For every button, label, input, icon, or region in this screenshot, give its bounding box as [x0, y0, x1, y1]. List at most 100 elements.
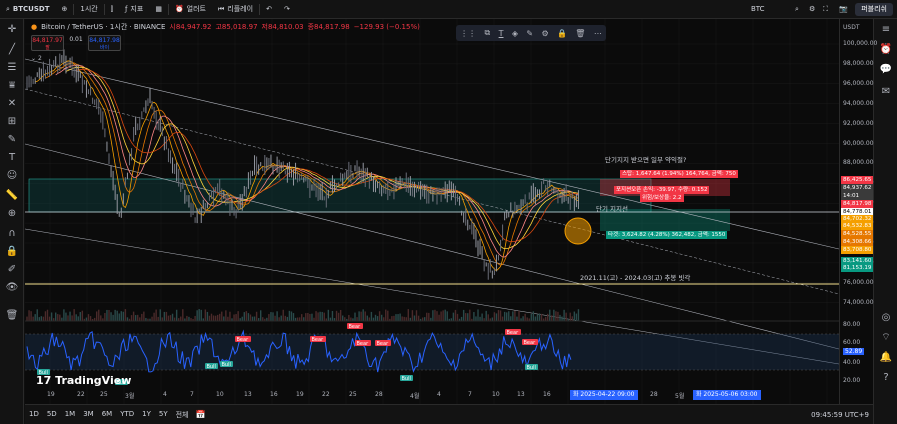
- watchlist-icon[interactable]: ≡: [879, 23, 893, 37]
- range-button-5d[interactable]: 5D: [43, 410, 61, 420]
- compare-button[interactable]: ⊕: [55, 0, 73, 19]
- eye-icon[interactable]: 👁: [5, 281, 19, 295]
- right-symbol[interactable]: BTC: [745, 0, 771, 19]
- fib-icon[interactable]: ⩸: [5, 79, 19, 93]
- text-icon[interactable]: T: [5, 151, 19, 165]
- price-scale[interactable]: USDT 100,000.00 98,000.00 96,000.00 94,000.…: [839, 19, 877, 404]
- settings-icon[interactable]: ⚙: [541, 29, 548, 38]
- volume-bar: [110, 312, 112, 321]
- volume-bar: [225, 310, 227, 321]
- volume-bar: [364, 311, 366, 321]
- emoji-icon[interactable]: ☺: [5, 169, 19, 183]
- zoom-in-icon[interactable]: ⊕: [5, 207, 19, 221]
- horizontal-lines-icon[interactable]: ☰: [5, 61, 19, 75]
- publish-button[interactable]: 퍼블리쉬: [855, 3, 893, 16]
- volume-bar: [55, 312, 57, 321]
- notifications-icon[interactable]: ✉: [879, 85, 893, 99]
- position-open-label[interactable]: 포지션오픈 손익: -39.97, 수량: 0.152: [614, 186, 710, 194]
- trendline-icon[interactable]: ╱: [5, 43, 19, 57]
- volume-bar: [356, 317, 358, 321]
- alarm-icon[interactable]: ⏰: [879, 43, 893, 57]
- range-buttons: 1D 5D 1M 3M 6M YTD 1Y 5Y 전체: [25, 410, 193, 420]
- volume-bar: [85, 317, 88, 321]
- note-support[interactable]: 단기 지지선: [596, 203, 628, 213]
- range-button-6m[interactable]: 6M: [98, 410, 117, 420]
- interval-button[interactable]: 1시간: [74, 0, 103, 19]
- lock-drawings-icon[interactable]: 🔒: [5, 245, 19, 259]
- volume-bar: [516, 316, 518, 321]
- indicators-button[interactable]: ƒ 지표: [119, 0, 149, 19]
- volume-bar: [81, 310, 84, 321]
- trash-icon[interactable]: 🗑: [575, 29, 585, 38]
- ruler-icon[interactable]: 📏: [5, 189, 19, 203]
- redo-button[interactable]: ↷: [278, 0, 296, 19]
- fullscreen-icon[interactable]: ⛶: [817, 0, 834, 19]
- note-trendline[interactable]: 2021.11(고) - 2024.03(고) 추봉 빗각: [580, 272, 690, 282]
- range-button-1y[interactable]: 1Y: [138, 410, 155, 420]
- chart-type-button[interactable]: ⫿: [105, 0, 119, 19]
- position-ratio-label[interactable]: 위험/보상율: 2.2: [640, 194, 684, 202]
- crosshair-icon[interactable]: ✛: [5, 23, 19, 37]
- volume-bar: [530, 313, 532, 321]
- range-button-3m[interactable]: 3M: [79, 410, 98, 420]
- clock-label[interactable]: 09:45:59 UTC+9: [807, 411, 873, 419]
- volume-bar: [175, 309, 178, 321]
- pencil-lock-icon[interactable]: ✐: [5, 263, 19, 277]
- volume-bar: [456, 313, 459, 321]
- volume-bar: [411, 310, 414, 321]
- target-icon[interactable]: ◎: [879, 311, 893, 325]
- plus-circle-icon: ⊕: [61, 5, 68, 13]
- symbol-search[interactable]: ⌕ BTCUSDT: [0, 0, 55, 19]
- currency-label[interactable]: USDT: [843, 24, 860, 31]
- pattern-icon[interactable]: ✕: [5, 97, 19, 111]
- note-question[interactable]: 단기지지 받으면 일부 약익절?: [605, 154, 686, 164]
- volume-bar: [342, 315, 344, 321]
- chat-icon[interactable]: 💬: [879, 63, 893, 77]
- range-button-1d[interactable]: 1D: [25, 410, 43, 420]
- drag-handle-icon[interactable]: ⋮⋮: [460, 29, 476, 38]
- volume-bar: [432, 310, 434, 321]
- sell-button[interactable]: 84,817.97 팔: [31, 35, 64, 51]
- text-color-icon[interactable]: T: [499, 29, 504, 38]
- volume-bar: [46, 309, 49, 321]
- volume-bar: [368, 317, 371, 321]
- range-button-ytd[interactable]: YTD: [116, 410, 138, 420]
- camera-icon[interactable]: 📷: [833, 0, 854, 19]
- volume-bar: [557, 311, 559, 321]
- help-icon[interactable]: ?: [879, 371, 893, 385]
- bell-icon[interactable]: 🔔: [879, 351, 893, 365]
- more-icon[interactable]: ⋯: [594, 29, 602, 38]
- range-button-1m[interactable]: 1M: [61, 410, 80, 420]
- volume-bar: [532, 311, 535, 321]
- position-target-label[interactable]: 타겟: 3,624.82 (4.28%) 362,482, 금액: 1550: [606, 231, 728, 239]
- magnet-icon[interactable]: ∩: [5, 227, 19, 241]
- bear-tag: Bear: [312, 337, 325, 343]
- volume-bar: [79, 312, 81, 321]
- projection-icon[interactable]: ⊞: [5, 115, 19, 129]
- volume-bar: [96, 311, 98, 321]
- chart-pane[interactable]: Bear Bear Bear Bear Bear Bear Bear Bull Bull Bull…: [24, 19, 840, 404]
- time-label: 4: [163, 391, 167, 398]
- alerts-button[interactable]: ⏰ 얼러트: [169, 0, 212, 19]
- range-button-5y[interactable]: 5Y: [155, 410, 172, 420]
- brush-icon[interactable]: ✎: [5, 133, 19, 147]
- pencil-icon[interactable]: ✎: [526, 29, 533, 38]
- trash-icon[interactable]: 🗑: [5, 309, 19, 323]
- layouts-button[interactable]: ▦: [149, 0, 168, 19]
- wifi-icon[interactable]: ⌔: [879, 331, 893, 345]
- replay-button[interactable]: ⏮ 리플레이: [212, 0, 259, 19]
- volume-bar: [112, 314, 114, 321]
- volume-bar: [387, 310, 389, 321]
- time-label: 19: [296, 391, 304, 398]
- position-stop-label[interactable]: 스탑: 1,647.64 (1.94%) 164,764, 금액: 750: [620, 170, 738, 178]
- undo-button[interactable]: ↶: [260, 0, 278, 19]
- lock-icon[interactable]: 🔒: [557, 29, 567, 38]
- fill-color-icon[interactable]: ◈: [512, 29, 518, 38]
- range-button-전체[interactable]: 전체: [172, 410, 193, 420]
- calendar-icon[interactable]: 📅: [193, 410, 209, 419]
- volume-bar: [251, 316, 254, 321]
- volume-bar: [255, 311, 258, 321]
- buy-button[interactable]: 84,817.98 바이: [88, 35, 121, 51]
- template-icon[interactable]: ⧉: [485, 28, 491, 38]
- indicator-toggle[interactable]: ⌄ 2: [31, 55, 42, 62]
